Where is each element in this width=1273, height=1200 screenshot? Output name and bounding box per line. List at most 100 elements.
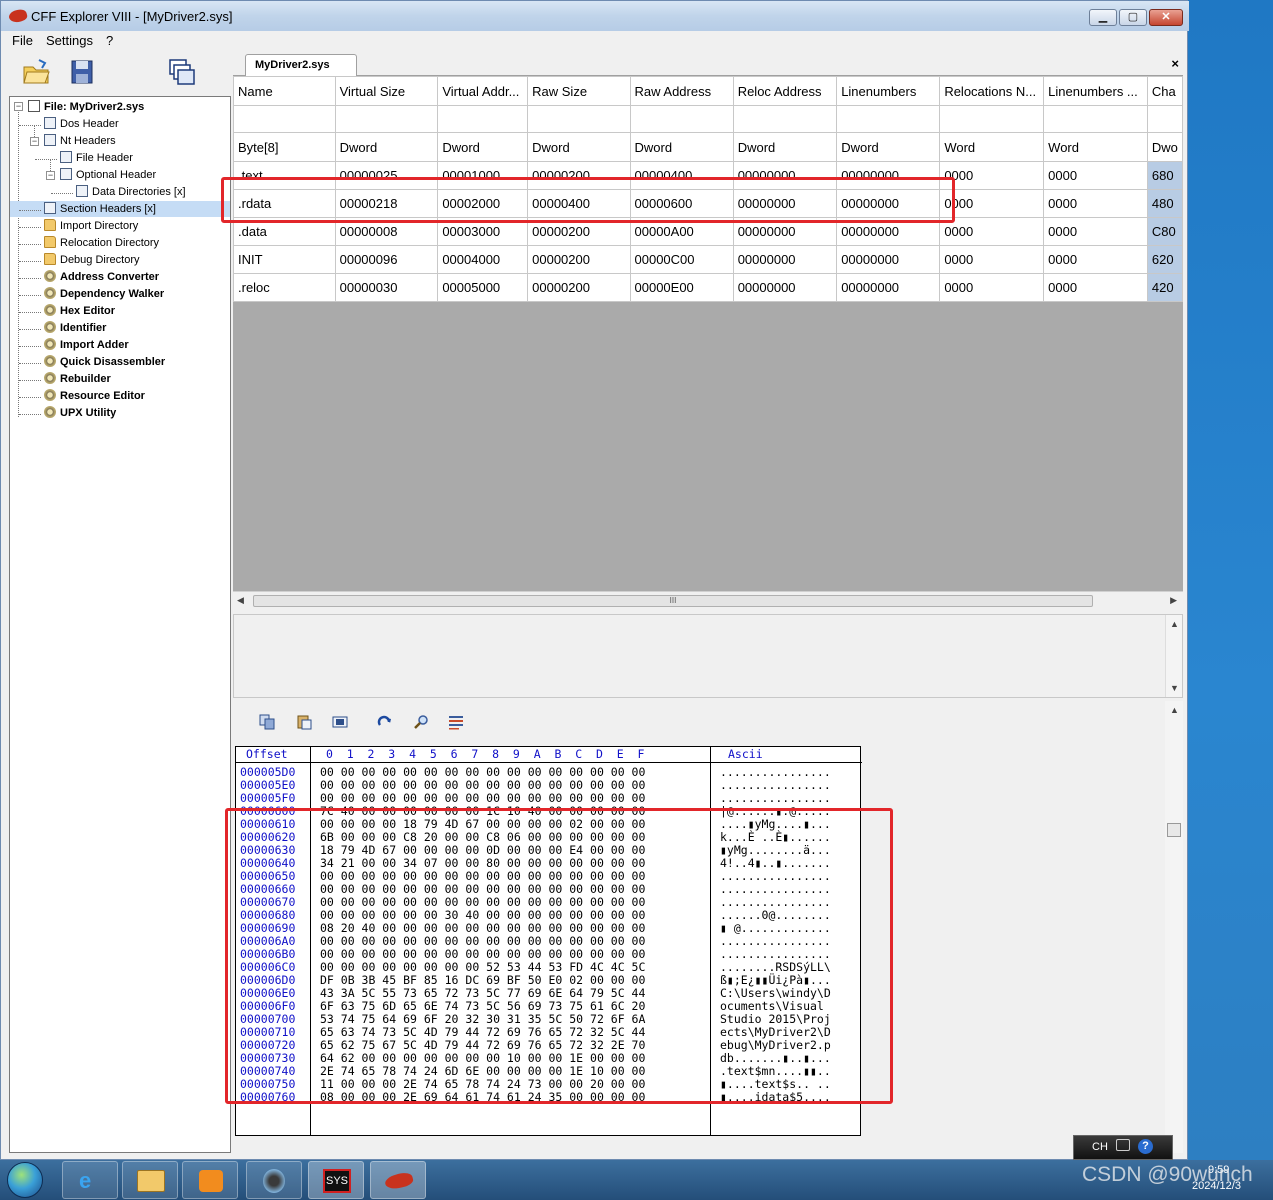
section-cell[interactable]: 0000 <box>939 161 1045 190</box>
section-cell[interactable]: 420 <box>1146 273 1183 302</box>
tab-mydriver2[interactable]: MyDriver2.sys <box>245 54 357 76</box>
section-cell[interactable]: 00000200 <box>527 245 631 274</box>
section-cell[interactable]: 00000000 <box>732 245 838 274</box>
scroll-left-arrow-icon[interactable]: ◀ <box>237 595 244 606</box>
section-cell[interactable]: .reloc <box>233 273 336 302</box>
goto-offset-icon[interactable] <box>377 714 393 730</box>
section-cell[interactable]: C80 <box>1146 217 1183 246</box>
column-header[interactable]: Cha <box>1146 76 1183 106</box>
column-header[interactable]: Virtual Addr... <box>437 76 529 106</box>
section-cell[interactable]: 0000 <box>939 273 1045 302</box>
section-cell[interactable]: 00000E00 <box>629 273 734 302</box>
taskbar-media[interactable] <box>182 1161 238 1199</box>
menu-file[interactable]: File <box>12 33 33 48</box>
language-bar[interactable]: CH ? <box>1073 1135 1173 1160</box>
tree-tool-import-adder[interactable]: Import Adder <box>44 337 129 353</box>
column-header[interactable]: Linenumbers <box>836 76 941 106</box>
scroll-right-arrow-icon[interactable]: ▶ <box>1170 595 1177 606</box>
save-disk-icon[interactable] <box>67 57 97 87</box>
tree-tool-dependency-walker[interactable]: Dependency Walker <box>44 286 164 302</box>
section-cell[interactable]: 0000 <box>1043 161 1148 190</box>
column-header[interactable]: Raw Size <box>527 76 631 106</box>
taskbar-ie[interactable]: e <box>62 1161 118 1199</box>
help-icon[interactable]: ? <box>1138 1139 1153 1154</box>
section-cell[interactable]: 680 <box>1146 161 1183 190</box>
tree-tool-quick-disassembler[interactable]: Quick Disassembler <box>44 354 165 370</box>
section-cell[interactable]: 00000200 <box>527 273 631 302</box>
maximize-button[interactable]: ▢ <box>1119 9 1147 26</box>
section-cell[interactable]: 00000000 <box>732 273 838 302</box>
scroll-thumb[interactable] <box>1167 823 1181 837</box>
tree-item-data-directories[interactable]: Data Directories [x] <box>76 184 186 200</box>
grid-horizontal-scrollbar[interactable]: ◀ III ▶ <box>233 591 1183 609</box>
column-header[interactable]: Raw Address <box>629 76 734 106</box>
tree-tool-rebuilder[interactable]: Rebuilder <box>44 371 111 387</box>
tree-item-import-directory[interactable]: Import Directory <box>44 218 138 234</box>
section-cell[interactable]: 0000 <box>1043 189 1148 218</box>
expander-nt-headers[interactable]: − <box>30 137 39 146</box>
section-cell[interactable]: 00000000 <box>836 245 941 274</box>
section-cell[interactable]: 0000 <box>1043 245 1148 274</box>
scroll-down-arrow-icon[interactable]: ▼ <box>1170 683 1179 693</box>
tree-item-nt-headers[interactable]: Nt Headers <box>44 133 116 149</box>
section-cell[interactable]: 0000 <box>1043 273 1148 302</box>
keyboard-icon[interactable] <box>1116 1139 1130 1151</box>
section-cell[interactable]: 480 <box>1146 189 1183 218</box>
section-row[interactable]: INIT 00000096 00004000 00000200 00000C00 0000… <box>233 245 1183 274</box>
section-cell[interactable]: 00004000 <box>437 245 529 274</box>
scroll-up-arrow-icon[interactable]: ▲ <box>1170 619 1179 629</box>
tree-root-file[interactable]: File: MyDriver2.sys <box>28 99 144 115</box>
expander-optional-header[interactable]: − <box>46 171 55 180</box>
info-vertical-scrollbar[interactable]: ▲ ▼ <box>1165 615 1182 697</box>
tree-item-section-headers[interactable]: Section Headers [x] <box>10 201 230 217</box>
tree-item-relocation-directory[interactable]: Relocation Directory <box>44 235 159 251</box>
section-cell[interactable]: 00000096 <box>334 245 439 274</box>
section-cell[interactable]: INIT <box>233 245 336 274</box>
tree-item-optional-header[interactable]: Optional Header <box>60 167 156 183</box>
column-header[interactable]: Virtual Size <box>334 76 439 106</box>
tree-item-debug-directory[interactable]: Debug Directory <box>44 252 139 268</box>
section-cell[interactable]: 0000 <box>939 217 1045 246</box>
open-folder-icon[interactable] <box>21 57 51 87</box>
tree-item-file-header[interactable]: File Header <box>60 150 133 166</box>
start-button[interactable] <box>7 1162 43 1198</box>
copy-icon[interactable] <box>259 714 275 730</box>
title-bar[interactable]: CFF Explorer VIII - [MyDriver2.sys] ▁ ▢ … <box>1 1 1189 31</box>
search-icon[interactable] <box>413 714 429 730</box>
section-cell[interactable]: 620 <box>1146 245 1183 274</box>
tree-tool-hex-editor[interactable]: Hex Editor <box>44 303 115 319</box>
minimize-button[interactable]: ▁ <box>1089 9 1117 26</box>
section-cell[interactable]: 00000030 <box>334 273 439 302</box>
section-cell[interactable]: 00000000 <box>836 273 941 302</box>
column-header[interactable]: Name <box>233 76 336 106</box>
taskbar-explorer[interactable] <box>122 1161 178 1199</box>
taskbar-cff-explorer[interactable] <box>370 1161 426 1199</box>
tree-tool-upx-utility[interactable]: UPX Utility <box>44 405 116 421</box>
scroll-up-arrow-icon[interactable]: ▲ <box>1170 705 1179 715</box>
hex-vertical-scrollbar[interactable]: ▲ <box>1165 701 1183 1153</box>
taskbar-sys[interactable]: SYS <box>308 1161 364 1199</box>
column-header[interactable]: Relocations N... <box>939 76 1045 106</box>
template-list-icon[interactable] <box>448 714 464 730</box>
tree-tool-resource-editor[interactable]: Resource Editor <box>44 388 145 404</box>
windows-cascade-icon[interactable] <box>167 57 197 87</box>
section-cell[interactable]: 0000 <box>939 189 1045 218</box>
tree-tool-identifier[interactable]: Identifier <box>44 320 106 336</box>
column-header[interactable]: Linenumbers ... <box>1043 76 1148 106</box>
section-cell[interactable]: 0000 <box>939 245 1045 274</box>
taskbar-debugger[interactable] <box>246 1161 302 1199</box>
column-header[interactable]: Reloc Address <box>732 76 838 106</box>
tab-close-icon[interactable]: × <box>1171 56 1179 71</box>
menu-settings[interactable]: Settings <box>46 33 93 48</box>
menu-help[interactable]: ? <box>106 33 113 48</box>
expander-root[interactable]: − <box>14 102 23 111</box>
paste-icon[interactable] <box>296 714 312 730</box>
close-button[interactable]: ✕ <box>1149 9 1183 26</box>
tree-tool-address-converter[interactable]: Address Converter <box>44 269 159 285</box>
select-block-icon[interactable] <box>332 714 348 730</box>
scroll-thumb[interactable]: III <box>253 595 1093 607</box>
section-cell[interactable]: 0000 <box>1043 217 1148 246</box>
section-cell[interactable]: 00005000 <box>437 273 529 302</box>
tree-item-dos-header[interactable]: Dos Header <box>44 116 119 132</box>
section-row[interactable]: .reloc 00000030 00005000 00000200 00000E00 00… <box>233 273 1183 302</box>
